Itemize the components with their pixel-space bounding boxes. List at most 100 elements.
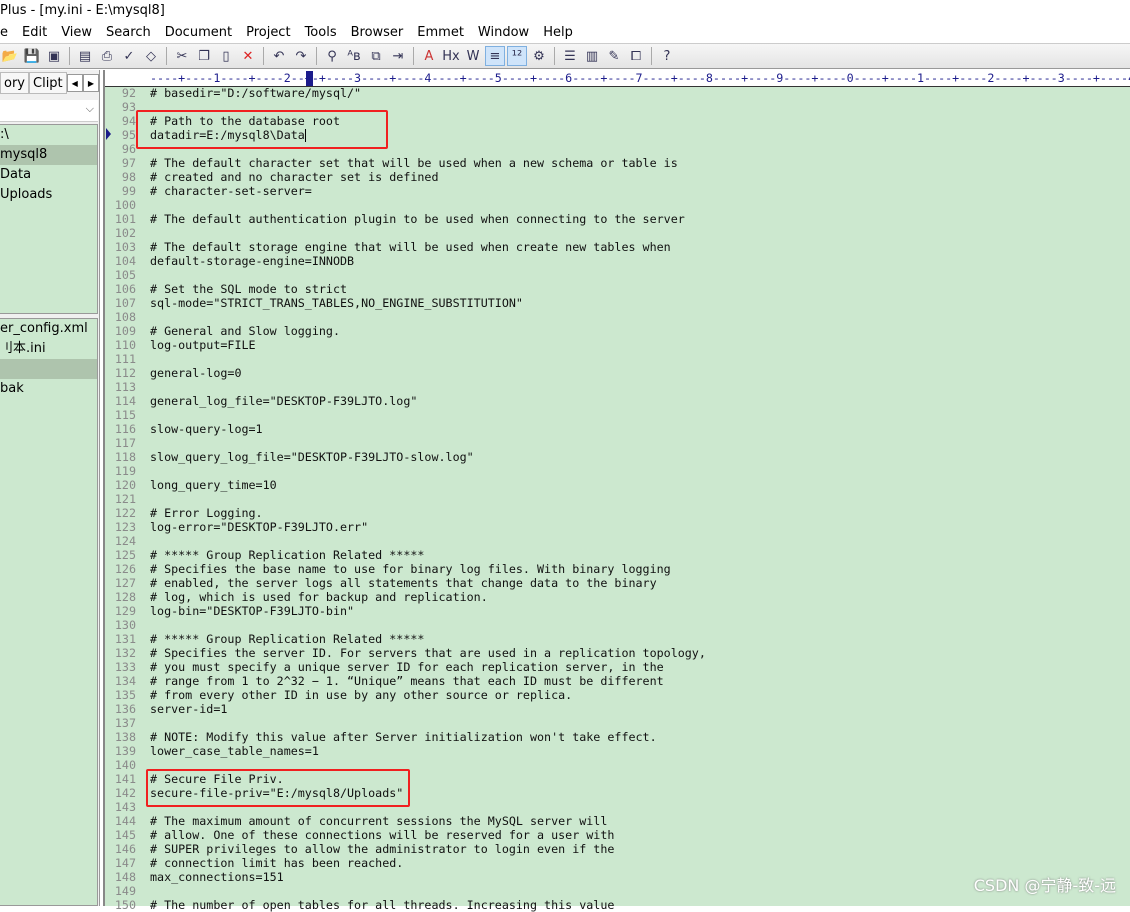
code-line[interactable]: 122 # Error Logging. [105,506,1130,520]
folder-item[interactable]: mysql8 [0,145,97,165]
cut-icon[interactable]: ✂ [172,46,192,66]
code-line[interactable]: 134 # range from 1 to 2^32 − 1. “Unique” … [105,674,1130,688]
code-line[interactable]: 125 # ***** Group Replication Related ***… [105,548,1130,562]
code-line[interactable]: 101 # The default authentication plugin t… [105,212,1130,226]
menu-help[interactable]: Help [536,22,580,43]
menu-browser[interactable]: Browser [344,22,411,43]
folder-item[interactable]: :\ [0,125,97,145]
folder-item[interactable]: Uploads [0,185,97,205]
goto-line-icon[interactable]: ⇥ [388,46,408,66]
window-icon[interactable]: ⧠ [626,46,646,66]
code-line[interactable]: 131 # ***** Group Replication Related ***… [105,632,1130,646]
find-in-files-icon[interactable]: ⧉ [366,46,386,66]
paste-icon[interactable]: ▯ [216,46,236,66]
code-line[interactable]: 104 default-storage-engine=INNODB [105,254,1130,268]
code-line[interactable]: 113 [105,380,1130,394]
code-line[interactable]: 129 log-bin="DESKTOP-F39LJTO-bin" [105,604,1130,618]
code-line[interactable]: 117 [105,436,1130,450]
code-line[interactable]: 135 # from every other ID in use by any o… [105,688,1130,702]
code-line[interactable]: 111 [105,352,1130,366]
code-line[interactable]: 126 # Specifies the base name to use for … [105,562,1130,576]
menu-window[interactable]: Window [471,22,536,43]
menu-document[interactable]: Document [158,22,239,43]
print-preview-icon[interactable]: ▤ [75,46,95,66]
code-line[interactable]: 114 general_log_file="DESKTOP-F39LJTO.log… [105,394,1130,408]
menu-e[interactable]: e [0,22,15,43]
word-wrap-icon[interactable]: W [463,46,483,66]
browser-preview-icon[interactable]: ◇ [141,46,161,66]
list-icon[interactable]: ☰ [560,46,580,66]
code-line[interactable]: 132 # Specifies the server ID. For server… [105,646,1130,660]
menu-project[interactable]: Project [239,22,297,43]
hex-icon[interactable]: Hx [441,46,461,66]
redo-icon[interactable]: ↷ [291,46,311,66]
clip-icon[interactable]: ✎ [604,46,624,66]
code-line[interactable]: 147 # connection limit has been reached. [105,856,1130,870]
tab-directory[interactable]: ory [0,72,29,94]
editor[interactable]: ----+----1----+----2--+-+----3----+----4… [103,70,1130,912]
spellcheck-icon[interactable]: ✓ [119,46,139,66]
output-window-icon[interactable]: ▥ [582,46,602,66]
code-line[interactable]: 136 server-id=1 [105,702,1130,716]
tab-scroll-right-icon[interactable]: ▶ [82,74,99,92]
code-line[interactable]: 137 [105,716,1130,730]
code-line[interactable]: 144 # The maximum amount of concurrent se… [105,814,1130,828]
tab-cliptext[interactable]: Clipt [29,72,67,94]
menu-edit[interactable]: Edit [15,22,54,43]
code-line[interactable]: 120 long_query_time=10 [105,478,1130,492]
menu-search[interactable]: Search [99,22,158,43]
help-icon[interactable]: ? [657,46,677,66]
open-icon[interactable]: 📂 [0,46,20,66]
code-line[interactable]: 108 [105,310,1130,324]
code-line[interactable]: 123 log-error="DESKTOP-F39LJTO.err" [105,520,1130,534]
code-line[interactable]: 106 # Set the SQL mode to strict [105,282,1130,296]
code-line[interactable]: 150 # The number of open tables for all t… [105,898,1130,912]
code-line[interactable]: 99 # character-set-server= [105,184,1130,198]
code-line[interactable]: 103 # The default storage engine that wil… [105,240,1130,254]
code-line[interactable]: 116 slow-query-log=1 [105,422,1130,436]
code-line[interactable]: 121 [105,492,1130,506]
menu-view[interactable]: View [54,22,99,43]
code-line[interactable]: 97 # The default character set that will … [105,156,1130,170]
code-line[interactable]: 100 [105,198,1130,212]
code-line[interactable]: 138 # NOTE: Modify this value after Serve… [105,730,1130,744]
file-item[interactable]: 刂本.ini [0,339,97,359]
file-item[interactable]: bak [0,379,97,399]
delete-icon[interactable]: ✕ [238,46,258,66]
code-line[interactable]: 146 # SUPER privileges to allow the admin… [105,842,1130,856]
indent-guide-icon[interactable]: ≡ [485,46,505,66]
copy-icon[interactable]: ❐ [194,46,214,66]
code-line[interactable]: 145 # allow. One of these connections wil… [105,828,1130,842]
code-line[interactable]: 130 [105,618,1130,632]
code-line[interactable]: 128 # log, which is used for backup and r… [105,590,1130,604]
tab-scroll-left-icon[interactable]: ◀ [66,74,83,92]
code-line[interactable]: 98 # created and no character set is defi… [105,170,1130,184]
drive-dropdown[interactable]: ⌵ [0,100,98,122]
code-line[interactable]: 105 [105,268,1130,282]
code-line[interactable]: 124 [105,534,1130,548]
code-line[interactable]: 127 # enabled, the server logs all statem… [105,576,1130,590]
font-icon[interactable]: A [419,46,439,66]
print-icon[interactable]: ⎙ [97,46,117,66]
code-line[interactable]: 119 [105,464,1130,478]
folder-item[interactable]: Data [0,165,97,185]
find-icon[interactable]: ⚲ [322,46,342,66]
save-all-icon[interactable]: ▣ [44,46,64,66]
settings-icon[interactable]: ⚙ [529,46,549,66]
replace-icon[interactable]: ᴬʙ [344,46,364,66]
file-item[interactable] [0,359,97,379]
code-line[interactable]: 115 [105,408,1130,422]
code-line[interactable]: 107 sql-mode="STRICT_TRANS_TABLES,NO_ENGI… [105,296,1130,310]
code-line[interactable]: 133 # you must specify a unique server ID… [105,660,1130,674]
menu-tools[interactable]: Tools [298,22,344,43]
line-numbers-icon[interactable]: ¹² [507,46,527,66]
code-line[interactable]: 110 log-output=FILE [105,338,1130,352]
code-line[interactable]: 109 # General and Slow logging. [105,324,1130,338]
file-item[interactable]: er_config.xml [0,319,97,339]
code-line[interactable]: 102 [105,226,1130,240]
code-line[interactable]: 92 # basedir="D:/software/mysql/" [105,86,1130,100]
undo-icon[interactable]: ↶ [269,46,289,66]
code-line[interactable]: 112 general-log=0 [105,366,1130,380]
menu-emmet[interactable]: Emmet [410,22,471,43]
save-icon[interactable]: 💾 [22,46,42,66]
